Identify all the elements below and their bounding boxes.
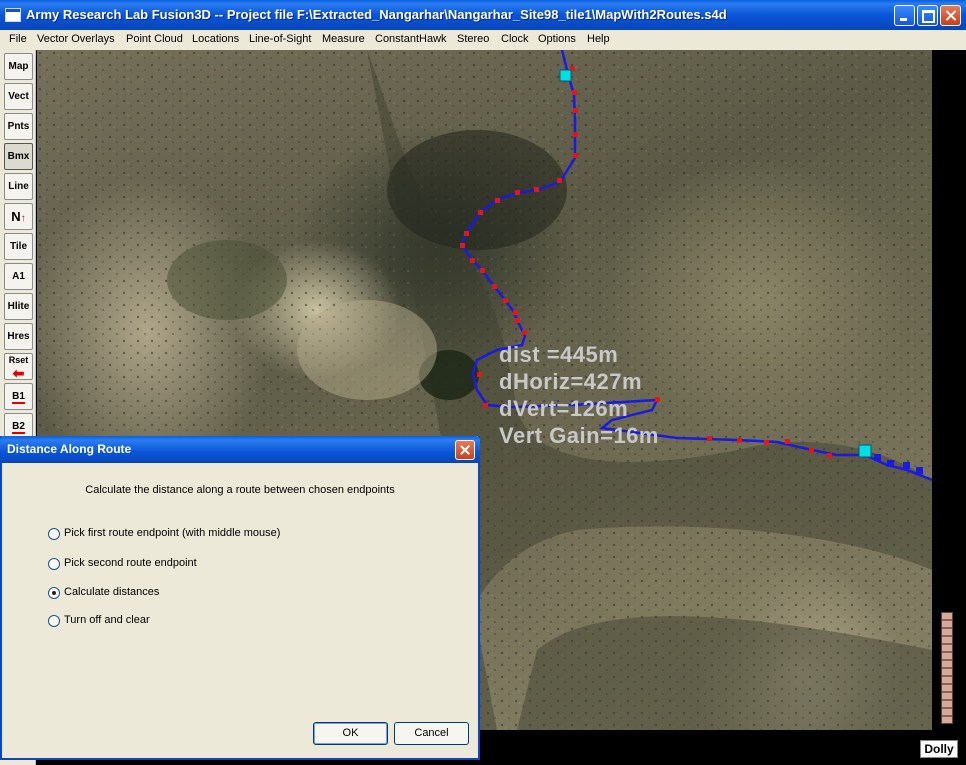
- hres-button[interactable]: Hres: [4, 323, 33, 350]
- dialog-title: Distance Along Route: [7, 442, 132, 456]
- rset-button[interactable]: Rset ⬅: [4, 353, 33, 380]
- route-endpoint-start[interactable]: [559, 69, 572, 82]
- vect-button[interactable]: Vect: [4, 83, 33, 110]
- radio-button[interactable]: [48, 528, 60, 540]
- b2-label: B2: [12, 421, 25, 434]
- radio-button[interactable]: [48, 558, 60, 570]
- b1-label: B1: [12, 391, 25, 404]
- ridge-highlight: [297, 300, 437, 400]
- bmx-button[interactable]: Bmx: [4, 143, 33, 170]
- readout-dist: dist =445m: [499, 342, 619, 367]
- dialog-close-button[interactable]: [455, 440, 475, 460]
- dialog-titlebar[interactable]: Distance Along Route: [0, 436, 480, 463]
- menu-options[interactable]: Options: [538, 33, 576, 45]
- option-label: Turn off and clear: [64, 614, 150, 626]
- rset-label: Rset: [8, 355, 29, 365]
- close-button[interactable]: [940, 5, 961, 26]
- dialog-description: Calculate the distance along a route bet…: [85, 484, 395, 496]
- readout-vert-gain: Vert Gain=16m: [499, 423, 659, 448]
- window-title: Army Research Lab Fusion3D -- Project fi…: [26, 7, 727, 22]
- window-titlebar[interactable]: Army Research Lab Fusion3D -- Project fi…: [0, 0, 966, 30]
- maximize-button[interactable]: [917, 5, 938, 26]
- option-label: Pick second route endpoint: [64, 557, 197, 569]
- north-arrow-button[interactable]: N↑: [4, 203, 33, 230]
- menu-vector-overlays[interactable]: Vector Overlays: [37, 33, 115, 45]
- pnts-button[interactable]: Pnts: [4, 113, 33, 140]
- menu-locations[interactable]: Locations: [192, 33, 239, 45]
- north-label: N: [11, 209, 21, 224]
- radio-button-selected[interactable]: [48, 587, 60, 599]
- vegetation-patch: [167, 240, 287, 320]
- menu-constanthawk[interactable]: ConstantHawk: [375, 33, 447, 45]
- menu-stereo[interactable]: Stereo: [457, 33, 489, 45]
- menu-clock[interactable]: Clock: [501, 33, 529, 45]
- readout-dvert: dVert=126m: [499, 396, 629, 421]
- north-arrow-icon: ↑: [20, 213, 26, 224]
- ok-button[interactable]: OK: [313, 722, 388, 745]
- menu-help[interactable]: Help: [587, 33, 610, 45]
- menu-file[interactable]: File: [9, 33, 27, 45]
- radio-button[interactable]: [48, 615, 60, 627]
- cancel-button[interactable]: Cancel: [394, 722, 469, 745]
- menu-bar: File Vector Overlays Point Cloud Locatio…: [0, 30, 966, 50]
- a1-button[interactable]: A1: [4, 263, 33, 290]
- route-endpoint-end[interactable]: [858, 444, 872, 458]
- hlite-button[interactable]: Hlite: [4, 293, 33, 320]
- map-button[interactable]: Map: [4, 53, 33, 80]
- readout-dhoriz: dHoriz=427m: [499, 369, 643, 394]
- elevation-scale-bar[interactable]: [941, 612, 953, 724]
- line-button[interactable]: Line: [4, 173, 33, 200]
- option-label: Calculate distances: [64, 586, 160, 598]
- menu-point-cloud[interactable]: Point Cloud: [126, 33, 183, 45]
- minimize-button[interactable]: [894, 5, 915, 26]
- app-icon: [5, 8, 21, 22]
- option-label: Pick first route endpoint (with middle m…: [64, 527, 281, 539]
- menu-measure[interactable]: Measure: [322, 33, 365, 45]
- navigation-mode-label: Dolly: [920, 740, 958, 758]
- left-arrow-icon: ⬅: [12, 365, 25, 381]
- b1-button[interactable]: B1: [4, 383, 33, 410]
- tile-button[interactable]: Tile: [4, 233, 33, 260]
- menu-line-of-sight[interactable]: Line-of-Sight: [249, 33, 311, 45]
- distance-along-route-dialog: Distance Along Route Calculate the dista…: [0, 436, 480, 760]
